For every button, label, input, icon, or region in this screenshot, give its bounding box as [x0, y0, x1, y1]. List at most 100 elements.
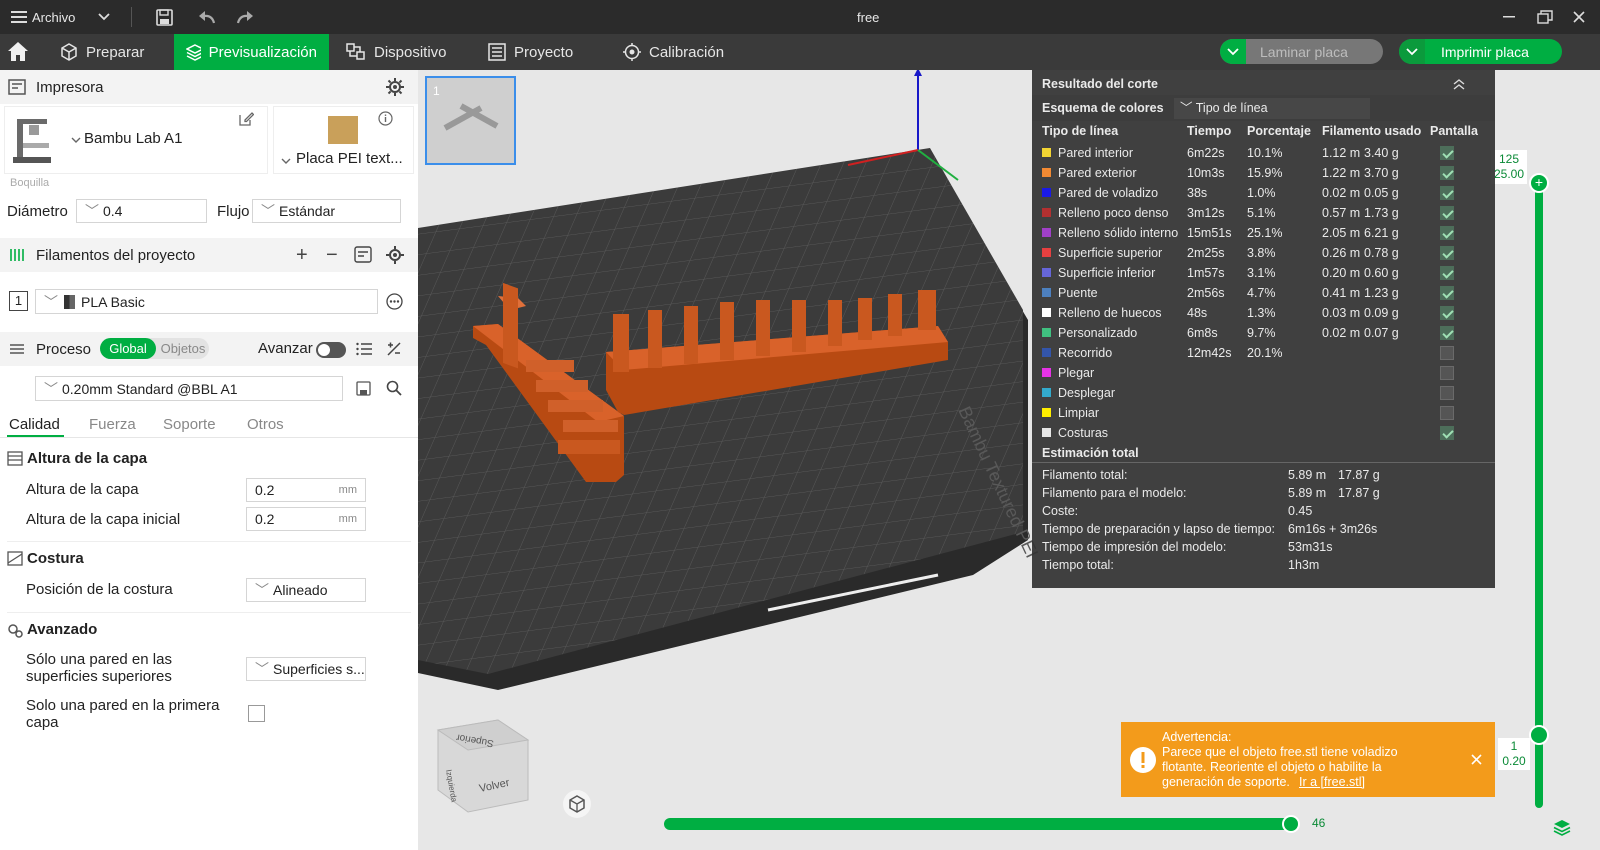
filaments-section-header: Filamentos del proyecto + − [0, 238, 418, 272]
seam-position-select[interactable]: ﹀ Alineado [246, 578, 366, 602]
info-icon[interactable] [378, 111, 393, 126]
edit-icon[interactable] [238, 111, 254, 127]
home-icon[interactable] [7, 41, 29, 62]
camera-reset-icon[interactable] [562, 789, 592, 819]
more-options-icon[interactable] [386, 293, 403, 310]
list-icon[interactable] [356, 342, 373, 356]
line-type-length: 0.02 m [1322, 326, 1361, 340]
initial-layer-input[interactable]: 0.2 mm [246, 507, 366, 531]
printer-card[interactable]: Bambu Lab A1 [4, 106, 268, 174]
printer-image-icon [13, 119, 51, 163]
plate-card[interactable]: Placa PEI text... [273, 106, 414, 174]
file-menu[interactable]: Archivo [32, 10, 75, 25]
layers-view-icon[interactable] [1553, 818, 1571, 836]
line-type-percent: 3.1% [1247, 266, 1276, 280]
estimate-row: Tiempo total: 1h3m [1032, 556, 1495, 576]
display-checkbox[interactable] [1440, 186, 1454, 200]
toggle-objects[interactable]: Objetos [157, 338, 209, 359]
result-table-header: Tipo de línea Tiempo Porcentaje Filament… [1042, 124, 1478, 138]
process-profile-select[interactable]: ﹀ 0.20mm Standard @BBL A1 [35, 376, 343, 401]
remove-filament-button[interactable]: − [326, 244, 338, 267]
layer-height-input[interactable]: 0.2 mm [246, 478, 366, 502]
tab-fuerza[interactable]: Fuerza [89, 416, 136, 433]
estimate-row: Filamento total: 5.89 m 17.87 g [1032, 466, 1495, 486]
tab-proyecto[interactable]: Proyecto [476, 34, 585, 70]
result-row: Superficie inferior 1m57s 3.1% 0.20 m 0.60 g [1032, 263, 1495, 283]
result-row: Pared interior 6m22s 10.1% 1.12 m 3.40 g [1032, 143, 1495, 163]
gear-icon[interactable] [386, 78, 404, 96]
compare-icon[interactable] [386, 341, 402, 357]
line-type-time: 12m42s [1187, 346, 1232, 360]
display-checkbox[interactable] [1440, 286, 1454, 300]
line-type-percent: 5.1% [1247, 206, 1276, 220]
flow-label: Flujo [217, 203, 250, 220]
line-type-weight: 0.78 g [1364, 246, 1399, 260]
undo-icon[interactable] [198, 9, 216, 25]
flow-select[interactable]: ﹀ Estándar [252, 199, 401, 223]
display-checkbox[interactable] [1440, 206, 1454, 220]
filament-index[interactable]: 1 [9, 291, 28, 311]
chevron-down-icon[interactable] [281, 158, 291, 165]
single-wall-top-select[interactable]: ﹀ Superficies s... [246, 657, 366, 681]
display-checkbox[interactable] [1440, 326, 1454, 340]
tab-otros[interactable]: Otros [247, 416, 284, 433]
display-checkbox[interactable] [1440, 346, 1454, 360]
line-type-color-swatch [1042, 328, 1051, 337]
single-wall-first-checkbox[interactable] [248, 705, 265, 722]
display-checkbox[interactable] [1440, 146, 1454, 160]
tab-previsualizacion[interactable]: Previsualización [174, 34, 329, 70]
collapse-icon[interactable] [1452, 78, 1466, 90]
toggle-global[interactable]: Global [100, 338, 156, 359]
chevron-down-icon[interactable] [1220, 39, 1246, 64]
warning-link[interactable]: Ir a [free.stl] [1299, 775, 1365, 790]
line-type-color-swatch [1042, 408, 1051, 417]
minimize-icon[interactable] [1503, 14, 1515, 20]
tab-soporte[interactable]: Soporte [163, 416, 216, 433]
chevron-down-icon[interactable] [98, 12, 110, 22]
layer-slider-top-thumb[interactable]: + [1529, 173, 1549, 193]
gear-icon[interactable] [386, 246, 404, 264]
close-icon[interactable] [1573, 11, 1585, 23]
display-checkbox[interactable] [1440, 306, 1454, 320]
search-icon[interactable] [386, 380, 402, 396]
display-checkbox[interactable] [1440, 226, 1454, 240]
plate-thumbnail[interactable]: 1 [425, 76, 516, 165]
filament-sync-icon[interactable] [354, 246, 372, 263]
display-checkbox[interactable] [1440, 366, 1454, 380]
layer-slider-bottom-thumb[interactable] [1529, 725, 1549, 745]
filament-select[interactable]: ﹀ PLA Basic [35, 289, 378, 314]
save-icon[interactable] [156, 9, 173, 26]
move-slider-thumb[interactable] [1282, 815, 1300, 833]
restore-icon[interactable] [1537, 10, 1553, 24]
scope-toggle[interactable]: Global Objetos [100, 338, 209, 359]
tab-calibracion[interactable]: Calibración [611, 34, 736, 70]
save-profile-icon[interactable] [356, 381, 371, 396]
result-row: Superficie superior 2m25s 3.8% 0.26 m 0.78 g [1032, 243, 1495, 263]
display-checkbox[interactable] [1440, 426, 1454, 440]
diameter-select[interactable]: ﹀ 0.4 [76, 199, 207, 223]
display-checkbox[interactable] [1440, 246, 1454, 260]
tab-dispositivo[interactable]: Dispositivo [334, 34, 459, 70]
color-scheme-select[interactable]: ﹀ Tipo de línea [1174, 98, 1370, 119]
layer-slider-track[interactable] [1535, 180, 1543, 808]
move-slider-track[interactable] [664, 818, 1296, 830]
redo-icon[interactable] [236, 9, 254, 25]
add-filament-button[interactable]: + [296, 244, 308, 267]
tab-label: Dispositivo [374, 43, 447, 61]
close-icon[interactable] [1471, 754, 1482, 765]
display-checkbox[interactable] [1440, 406, 1454, 420]
print-plate-button[interactable]: Imprimir placa [1399, 39, 1562, 64]
chevron-down-icon[interactable] [1399, 39, 1425, 64]
result-row: Puente 2m56s 4.7% 0.41 m 1.23 g [1032, 283, 1495, 303]
display-checkbox[interactable] [1440, 386, 1454, 400]
display-checkbox[interactable] [1440, 266, 1454, 280]
display-checkbox[interactable] [1440, 166, 1454, 180]
tab-calidad[interactable]: Calidad [9, 416, 60, 433]
estimate-label: Tiempo de preparación y lapso de tiempo: [1042, 522, 1276, 536]
line-type-color-swatch [1042, 188, 1051, 197]
advanced-toggle[interactable] [316, 342, 346, 358]
slice-plate-button[interactable]: Laminar placa [1220, 39, 1383, 64]
tab-preparar[interactable]: Preparar [48, 34, 156, 70]
hamburger-menu-icon[interactable] [11, 9, 27, 25]
chevron-down-icon[interactable] [71, 137, 81, 144]
